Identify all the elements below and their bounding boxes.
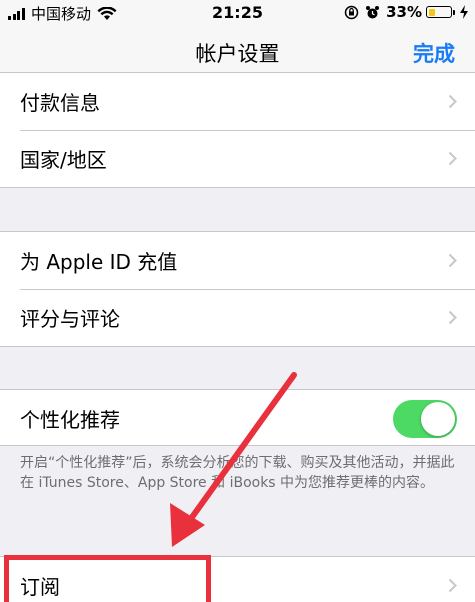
annotation-arrow-icon: [170, 372, 297, 547]
screen: 中国移动 21:25 33% 帐户设置 完成 付款信息 国家/地区 为 Appl…: [0, 0, 475, 602]
